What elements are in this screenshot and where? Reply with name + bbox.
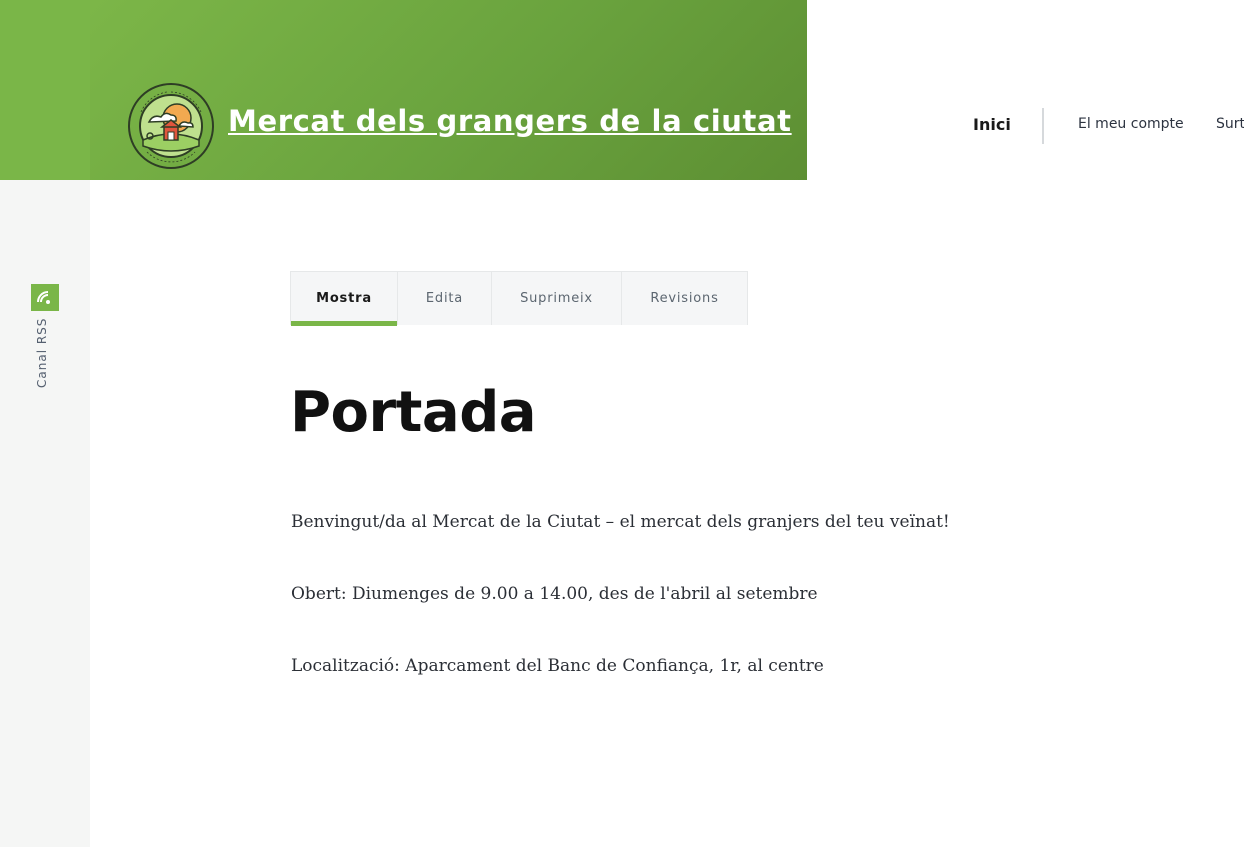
tab-revisions[interactable]: Revisions: [621, 272, 747, 325]
rss-feed-link[interactable]: Canal RSS: [31, 284, 59, 388]
local-tasks-tabs: Mostra Edita Suprimeix Revisions: [290, 271, 748, 326]
tab-edit[interactable]: Edita: [397, 272, 491, 325]
nav-account-link[interactable]: El meu compte: [1078, 116, 1184, 132]
tab-delete[interactable]: Suprimeix: [491, 272, 621, 325]
site-name-link[interactable]: Mercat dels grangers de la ciutat: [228, 104, 792, 138]
farmers-market-logo-icon: [128, 83, 214, 169]
nav-home-link[interactable]: Inici: [973, 115, 1011, 134]
welcome-paragraph: Benvingut/da al Mercat de la Ciutat – el…: [291, 512, 950, 532]
nav-divider: [1042, 108, 1044, 144]
nav-logout-link[interactable]: Surt: [1216, 116, 1244, 132]
page-title: Portada: [290, 380, 537, 445]
rss-label: Canal RSS: [35, 317, 49, 388]
sidebar-rail: [0, 180, 90, 847]
location-paragraph: Localització: Aparcament del Banc de Con…: [291, 656, 824, 676]
opening-hours-paragraph: Obert: Diumenges de 9.00 a 14.00, des de…: [291, 584, 818, 604]
header-left-accent: [0, 0, 90, 180]
rss-icon: [31, 284, 59, 311]
site-logo[interactable]: [127, 82, 215, 170]
tab-view[interactable]: Mostra: [290, 272, 397, 326]
